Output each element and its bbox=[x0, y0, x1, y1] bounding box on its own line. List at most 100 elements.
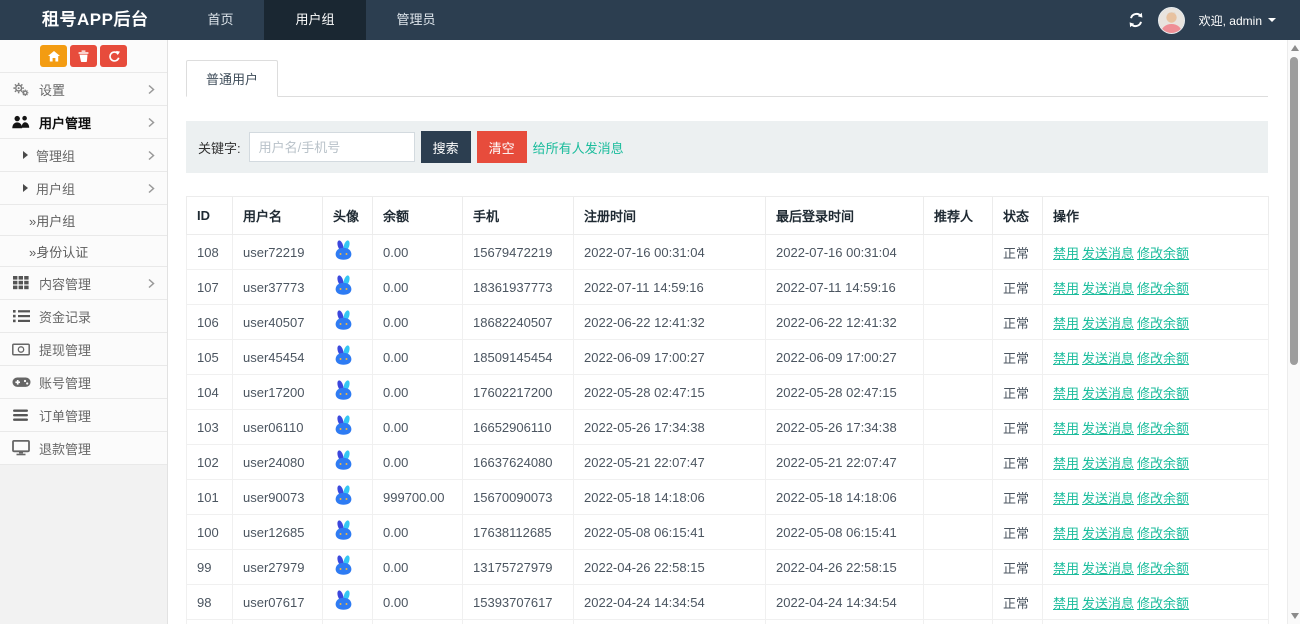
users-table: ID用户名头像余额手机注册时间最后登录时间推荐人状态操作 108user7221… bbox=[186, 196, 1269, 624]
scroll-up-arrow-icon[interactable] bbox=[1291, 45, 1299, 51]
send-message-link[interactable]: 发送消息 bbox=[1082, 561, 1134, 576]
rabbit-avatar-icon bbox=[333, 485, 354, 509]
nav-item-2[interactable]: 管理员 bbox=[366, 0, 467, 40]
send-message-link[interactable]: 发送消息 bbox=[1082, 246, 1134, 261]
user-row: 105user454540.00185091454542022-06-09 17… bbox=[187, 340, 1269, 375]
modify-balance-link[interactable]: 修改余额 bbox=[1137, 316, 1189, 331]
sidebar-item-user-group[interactable]: 用户组 bbox=[0, 172, 167, 205]
ban-link[interactable]: 禁用 bbox=[1053, 561, 1079, 576]
nav-item-0[interactable]: 首页 bbox=[176, 0, 264, 40]
search-input[interactable] bbox=[249, 132, 415, 162]
last-login-cell: 2022-05-28 02:47:15 bbox=[766, 375, 924, 410]
broadcast-message-link[interactable]: 给所有人发消息 bbox=[533, 138, 624, 157]
vertical-scrollbar[interactable] bbox=[1287, 40, 1300, 624]
modify-balance-link[interactable]: 修改余额 bbox=[1137, 596, 1189, 611]
caret-right-icon bbox=[23, 151, 28, 159]
send-message-link[interactable]: 发送消息 bbox=[1082, 316, 1134, 331]
referrer-cell bbox=[924, 235, 993, 270]
sidebar-item-account-management[interactable]: 账号管理 bbox=[0, 366, 167, 399]
send-message-link[interactable]: 发送消息 bbox=[1082, 456, 1134, 471]
balance-cell: 999700.00 bbox=[373, 480, 463, 515]
sidebar-item-refund-management[interactable]: 退款管理 bbox=[0, 432, 167, 465]
phone-cell bbox=[463, 620, 574, 624]
refresh-icon[interactable] bbox=[1128, 12, 1144, 28]
sidebar-item-order-management[interactable]: 订单管理 bbox=[0, 399, 167, 432]
actions-cell: 禁用发送消息修改余额 bbox=[1043, 375, 1269, 410]
actions-cell: 禁用发送消息修改余额 bbox=[1043, 445, 1269, 480]
ban-link[interactable]: 禁用 bbox=[1053, 351, 1079, 366]
tab-normal-users[interactable]: 普通用户 bbox=[186, 60, 278, 97]
ban-link[interactable]: 禁用 bbox=[1053, 421, 1079, 436]
actions-cell: 禁用发送消息修改余额 bbox=[1043, 480, 1269, 515]
status-cell: 正常 bbox=[993, 305, 1043, 340]
user-row: 108user722190.00156794722192022-07-16 00… bbox=[187, 235, 1269, 270]
modify-balance-link[interactable]: 修改余额 bbox=[1137, 491, 1189, 506]
phone-cell: 15670090073 bbox=[463, 480, 574, 515]
sidebar-item-user-group-list[interactable]: »用户组 bbox=[0, 205, 167, 236]
ban-link[interactable]: 禁用 bbox=[1053, 596, 1079, 611]
sidebar-item-admin-group[interactable]: 管理组 bbox=[0, 139, 167, 172]
register-time-cell: 2022-04-24 14:34:54 bbox=[574, 585, 766, 620]
sidebar-item-withdraw-management[interactable]: 提现管理 bbox=[0, 333, 167, 366]
modify-balance-link[interactable]: 修改余额 bbox=[1137, 421, 1189, 436]
modify-balance-link[interactable]: 修改余额 bbox=[1137, 456, 1189, 471]
chevron-right-icon bbox=[148, 183, 155, 194]
modify-balance-link[interactable]: 修改余额 bbox=[1137, 386, 1189, 401]
chevron-right-icon bbox=[148, 84, 155, 95]
send-message-link[interactable]: 发送消息 bbox=[1082, 491, 1134, 506]
home-button[interactable] bbox=[40, 45, 67, 67]
send-message-link[interactable]: 发送消息 bbox=[1082, 386, 1134, 401]
send-message-link[interactable]: 发送消息 bbox=[1082, 526, 1134, 541]
col-header: 余额 bbox=[373, 197, 463, 235]
user-id-cell: 100 bbox=[187, 515, 233, 550]
modify-balance-link[interactable]: 修改余额 bbox=[1137, 246, 1189, 261]
phone-cell: 17638112685 bbox=[463, 515, 574, 550]
user-id-cell: 98 bbox=[187, 585, 233, 620]
balance-cell: 0.00 bbox=[373, 445, 463, 480]
scroll-down-arrow-icon[interactable] bbox=[1291, 613, 1299, 619]
balance-cell: 0.00 bbox=[373, 340, 463, 375]
user-avatar[interactable] bbox=[1158, 7, 1185, 34]
modify-balance-link[interactable]: 修改余额 bbox=[1137, 561, 1189, 576]
sidebar-item-settings[interactable]: 设置 bbox=[0, 73, 167, 106]
username-cell: user90073 bbox=[233, 480, 323, 515]
sidebar-item-content-management[interactable]: 内容管理 bbox=[0, 267, 167, 300]
sidebar-item-user-management[interactable]: 用户管理 bbox=[0, 106, 167, 139]
gears-icon bbox=[11, 82, 31, 97]
trash-button[interactable] bbox=[70, 45, 97, 67]
clear-button[interactable]: 清空 bbox=[477, 131, 527, 163]
status-cell: 正常 bbox=[993, 480, 1043, 515]
sidebar-item-identity-auth[interactable]: »身份认证 bbox=[0, 236, 167, 267]
search-button[interactable]: 搜索 bbox=[421, 131, 471, 163]
user-row: 98user076170.00153937076172022-04-24 14:… bbox=[187, 585, 1269, 620]
modify-balance-link[interactable]: 修改余额 bbox=[1137, 281, 1189, 296]
user-id-cell: 108 bbox=[187, 235, 233, 270]
nav-item-1[interactable]: 用户组 bbox=[264, 0, 365, 40]
bars-icon bbox=[11, 409, 31, 422]
ban-link[interactable]: 禁用 bbox=[1053, 456, 1079, 471]
col-header: 状态 bbox=[993, 197, 1043, 235]
sidebar-item-fund-records[interactable]: 资金记录 bbox=[0, 300, 167, 333]
modify-balance-link[interactable]: 修改余额 bbox=[1137, 351, 1189, 366]
username-cell: user06110 bbox=[233, 410, 323, 445]
recycle-button[interactable] bbox=[100, 45, 127, 67]
ban-link[interactable]: 禁用 bbox=[1053, 526, 1079, 541]
ban-link[interactable]: 禁用 bbox=[1053, 491, 1079, 506]
referrer-cell bbox=[924, 480, 993, 515]
modify-balance-link[interactable]: 修改余额 bbox=[1137, 526, 1189, 541]
referrer-cell bbox=[924, 340, 993, 375]
scrollbar-thumb[interactable] bbox=[1290, 57, 1298, 365]
user-row: 102user240800.00166376240802022-05-21 22… bbox=[187, 445, 1269, 480]
ban-link[interactable]: 禁用 bbox=[1053, 386, 1079, 401]
ban-link[interactable]: 禁用 bbox=[1053, 281, 1079, 296]
send-message-link[interactable]: 发送消息 bbox=[1082, 596, 1134, 611]
send-message-link[interactable]: 发送消息 bbox=[1082, 351, 1134, 366]
sidebar-item-label: 设置 bbox=[39, 80, 148, 99]
referrer-cell bbox=[924, 620, 993, 624]
ban-link[interactable]: 禁用 bbox=[1053, 246, 1079, 261]
send-message-link[interactable]: 发送消息 bbox=[1082, 281, 1134, 296]
send-message-link[interactable]: 发送消息 bbox=[1082, 421, 1134, 436]
ban-link[interactable]: 禁用 bbox=[1053, 316, 1079, 331]
last-login-cell: 2022-05-18 14:18:06 bbox=[766, 480, 924, 515]
welcome-user-dropdown[interactable]: 欢迎, admin bbox=[1199, 12, 1276, 29]
